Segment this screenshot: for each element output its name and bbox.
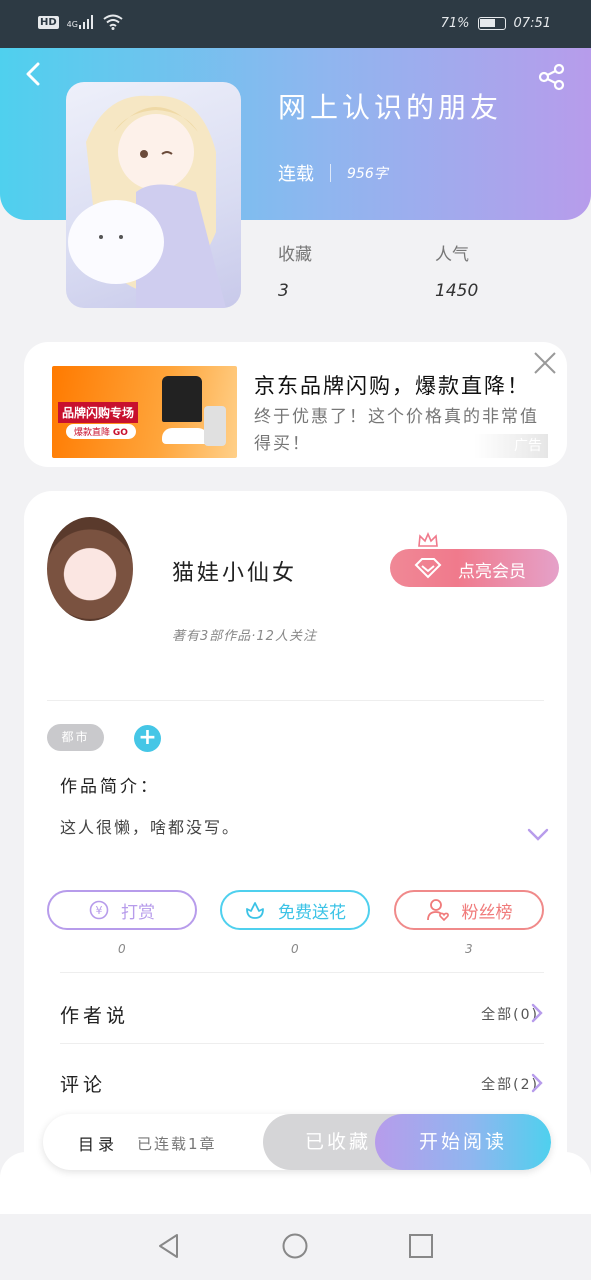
divider: [47, 700, 544, 701]
book-meta: 连载 956字: [278, 160, 388, 186]
meta-divider: [330, 164, 331, 182]
battery-icon: [477, 17, 506, 30]
yen-icon: ¥: [89, 900, 109, 920]
share-icon[interactable]: [538, 63, 566, 91]
ad-image-button: 爆款直降 GO: [66, 424, 136, 439]
ad-image: 品牌闪购专场 爆款直降 GO: [52, 366, 237, 458]
collect-label: 收藏: [278, 245, 312, 265]
ad-image-badge: 品牌闪购专场: [58, 402, 139, 423]
author-says-label[interactable]: 作者说: [60, 1001, 129, 1028]
book-title: 网上认识的朋友: [278, 91, 503, 124]
vip-button[interactable]: 点亮会员: [390, 549, 559, 587]
signal-label: 4G: [66, 20, 78, 29]
book-cover[interactable]: [66, 82, 241, 308]
shoe-icon: [162, 428, 208, 444]
ad-image-button-label: 爆款直降: [74, 428, 111, 438]
close-icon[interactable]: [532, 350, 558, 376]
chevron-right-icon[interactable]: [530, 1003, 544, 1023]
author-info: 著有3部作品·12人关注: [172, 629, 317, 644]
bottom-action-bar: 目录 已连载1章 已收藏 开始阅读: [43, 1114, 551, 1170]
status-bar: HD 4G 71% 07:51: [0, 0, 591, 48]
divider: [60, 972, 544, 973]
ad-tag: 广告: [474, 434, 548, 458]
tshirt-icon: [162, 376, 202, 422]
battery-percent: 71%: [440, 16, 470, 31]
popularity-value: 1450: [435, 281, 479, 301]
nav-back-icon[interactable]: [155, 1232, 183, 1260]
bag-icon: [204, 406, 226, 446]
comments-label[interactable]: 评论: [60, 1070, 106, 1097]
clock: 07:51: [513, 16, 551, 31]
genre-tag[interactable]: 都市: [47, 724, 104, 751]
avatar[interactable]: [47, 517, 133, 621]
book-word-count: 956字: [347, 166, 388, 182]
start-reading-button[interactable]: 开始阅读: [375, 1114, 551, 1170]
signal-icon: 4G: [67, 15, 95, 29]
ad-banner[interactable]: 品牌闪购专场 爆款直降 GO 京东品牌闪购，爆款直降！ 终于优惠了！这个价格真的…: [24, 342, 567, 467]
catalog-button[interactable]: 目录: [78, 1131, 118, 1155]
send-flower-label: 免费送花: [278, 902, 346, 923]
ad-image-go: GO: [112, 428, 128, 438]
divider: [60, 1043, 544, 1044]
diamond-icon: [414, 558, 442, 579]
crown-icon: [418, 532, 438, 547]
cover-illustration: [68, 95, 226, 308]
hd-icon: HD: [38, 15, 59, 29]
back-icon[interactable]: [22, 62, 46, 86]
chevron-down-icon[interactable]: [527, 826, 549, 842]
book-status: 连载: [278, 164, 314, 185]
tip-button[interactable]: ¥ 打赏: [47, 890, 197, 930]
add-tag-button[interactable]: +: [134, 725, 161, 752]
collect-value: 3: [278, 281, 289, 301]
nav-home-icon[interactable]: [281, 1232, 309, 1260]
chevron-right-icon[interactable]: [530, 1073, 544, 1093]
fan-ranking-button[interactable]: 粉丝榜: [394, 890, 544, 930]
popularity-label: 人气: [435, 245, 469, 265]
fan-count: 3: [465, 942, 473, 956]
author-name[interactable]: 猫娃小仙女: [172, 555, 297, 587]
tip-count: 0: [118, 942, 126, 956]
nav-recents-icon[interactable]: [407, 1232, 435, 1260]
tip-label: 打赏: [121, 902, 155, 923]
ad-title: 京东品牌闪购，爆款直降！: [254, 374, 530, 398]
intro-label: 作品简介：: [60, 777, 160, 797]
svg-text:¥: ¥: [96, 904, 103, 917]
user-heart-icon: [426, 899, 449, 922]
fan-ranking-label: 粉丝榜: [461, 902, 513, 923]
intro-text: 这人很懒，啥都没写。: [60, 818, 241, 837]
wifi-icon: [103, 14, 123, 30]
serial-status: 已连载1章: [137, 1135, 217, 1153]
vip-button-label: 点亮会员: [458, 562, 526, 582]
flower-count: 0: [291, 942, 299, 956]
flower-icon: [246, 902, 264, 919]
send-flower-button[interactable]: 免费送花: [220, 890, 370, 930]
